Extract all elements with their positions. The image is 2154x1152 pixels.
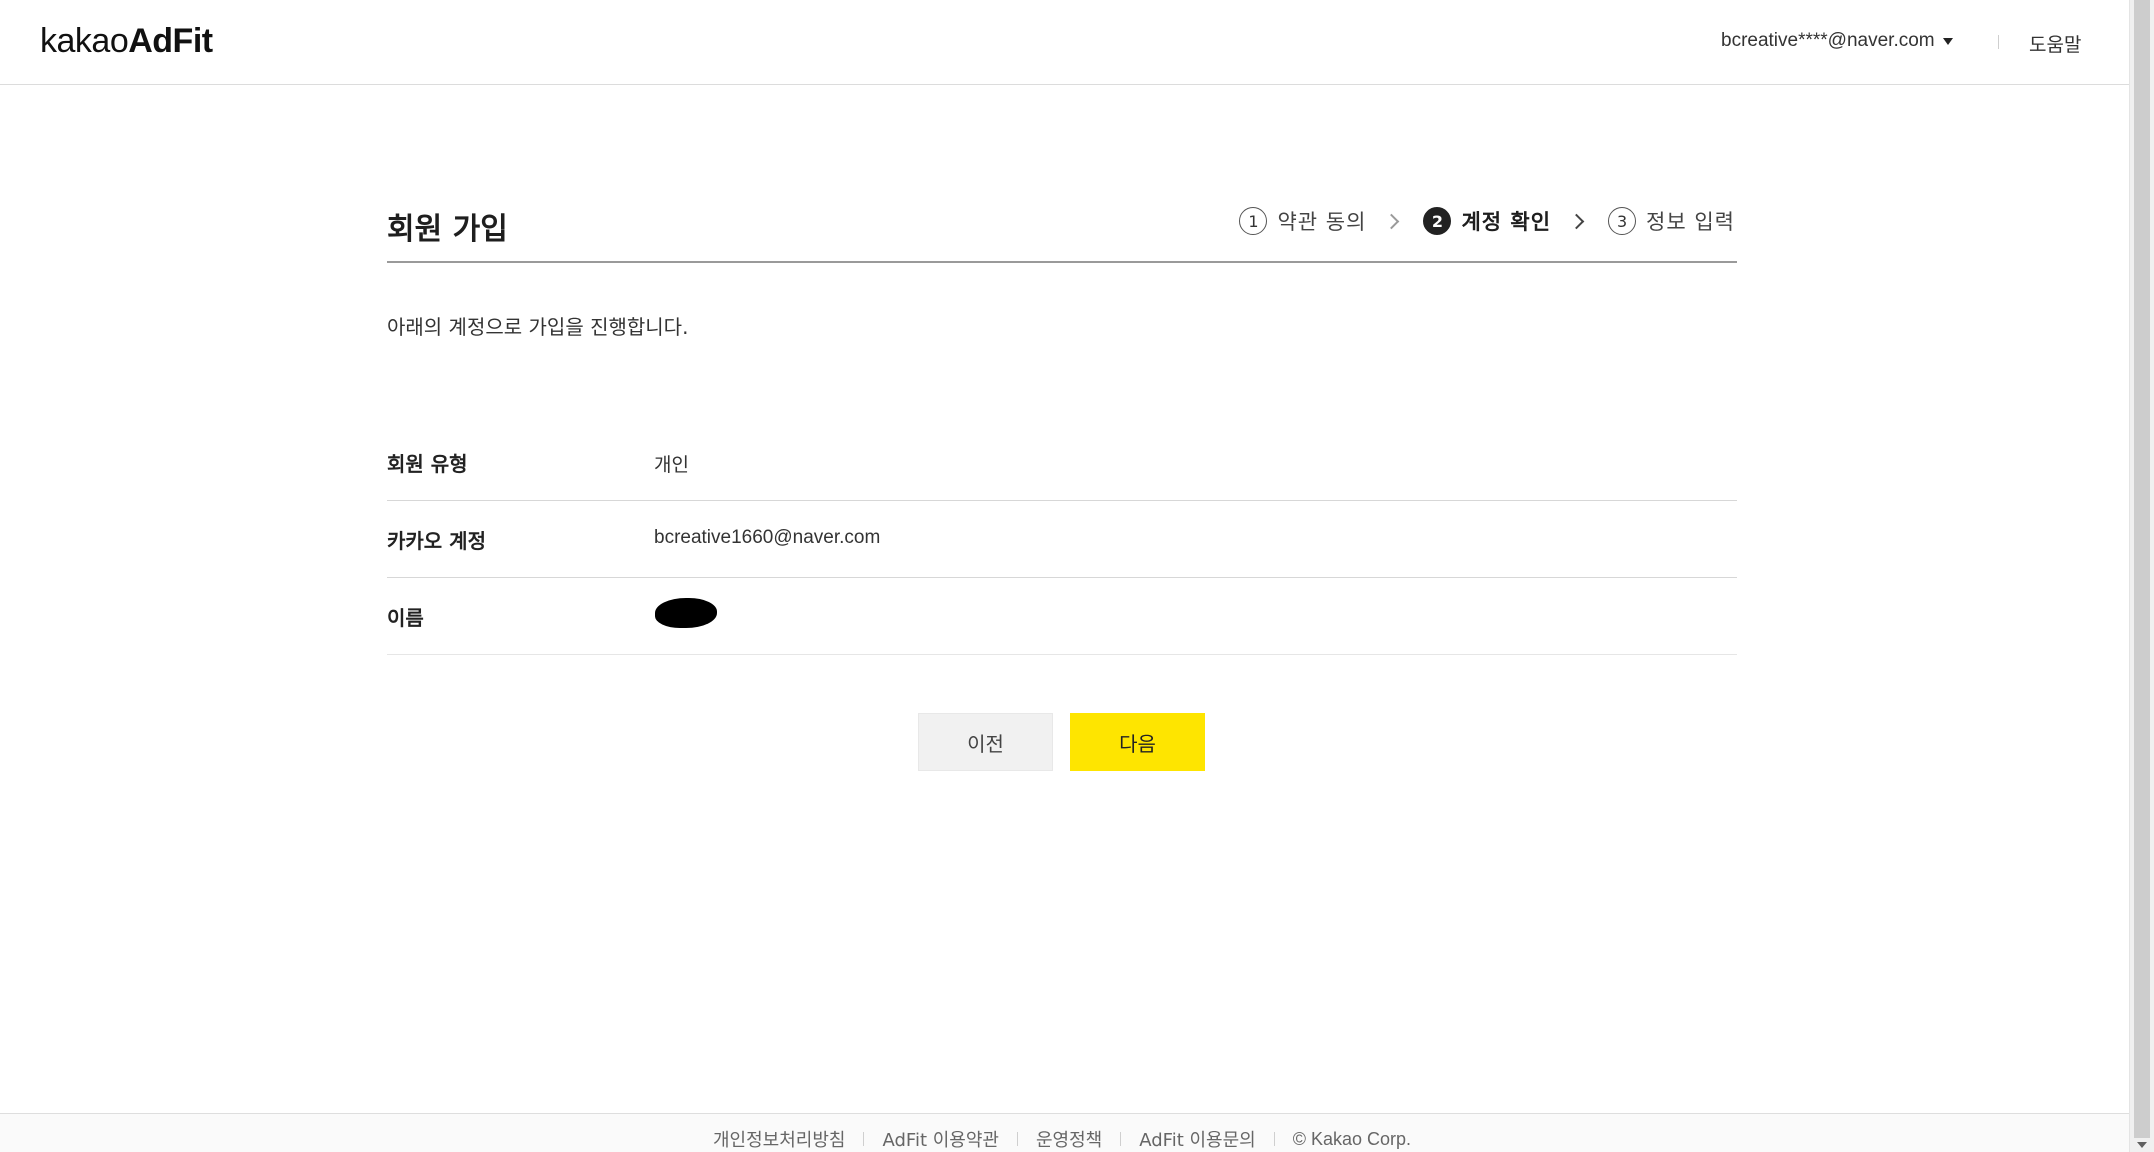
- header-divider: [1998, 35, 1999, 49]
- row-label: 이름: [387, 606, 424, 630]
- scrollbar-thumb[interactable]: [2134, 0, 2150, 1138]
- top-header: kakaoAdFit bcreative****@naver.com 도움말: [0, 0, 2129, 85]
- next-button[interactable]: 다음: [1070, 713, 1205, 771]
- intro-text: 아래의 계정으로 가입을 진행합니다.: [387, 315, 689, 339]
- vertical-scrollbar[interactable]: [2129, 0, 2154, 1152]
- step-label: 정보 입력: [1646, 210, 1735, 234]
- chevron-right-icon: [1384, 213, 1400, 229]
- footer-link-privacy[interactable]: 개인정보처리방침: [713, 1126, 845, 1152]
- step-number-icon: 1: [1239, 207, 1268, 235]
- chevron-right-icon: [1568, 213, 1585, 229]
- table-row-kakao-account: 카카오 계정 bcreative1660@naver.com: [387, 501, 1737, 578]
- footer-links: 개인정보처리방침 AdFit 이용약관 운영정책 AdFit 이용문의 © Ka…: [713, 1126, 1411, 1152]
- step-terms: 1 약관 동의: [1239, 206, 1366, 236]
- logo-kakao-text: kakao: [40, 22, 129, 60]
- table-row-name: 이름: [387, 578, 1737, 655]
- step-number-icon: 3: [1608, 207, 1637, 235]
- account-info-table: 회원 유형 개인 카카오 계정 bcreative1660@naver.com …: [387, 424, 1737, 655]
- title-row: 회원 가입 1 약관 동의 2 계정 확인 3 정보 입력: [387, 190, 1737, 263]
- step-account-confirm: 2 계정 확인: [1423, 206, 1551, 236]
- row-label: 회원 유형: [387, 452, 468, 476]
- footer-link-policy[interactable]: 운영정책: [1036, 1126, 1102, 1152]
- step-label: 계정 확인: [1461, 210, 1552, 234]
- step-number-icon: 2: [1423, 207, 1452, 235]
- page-title: 회원 가입: [387, 212, 508, 247]
- table-row-member-type: 회원 유형 개인: [387, 424, 1737, 501]
- footer-divider: [863, 1132, 865, 1146]
- prev-button[interactable]: 이전: [918, 713, 1053, 771]
- help-link[interactable]: 도움말: [2029, 30, 2081, 57]
- footer-divider: [1120, 1132, 1122, 1146]
- row-value: 개인: [654, 455, 689, 476]
- signup-content: 회원 가입 1 약관 동의 2 계정 확인 3 정보 입력 아래의 계정으로 가…: [387, 190, 1737, 655]
- kakao-adfit-logo[interactable]: kakaoAdFit: [40, 22, 213, 61]
- page-footer: 개인정보처리방침 AdFit 이용약관 운영정책 AdFit 이용문의 © Ka…: [0, 1113, 2129, 1152]
- copyright: © Kakao Corp.: [1292, 1128, 1412, 1149]
- footer-link-inquiry[interactable]: AdFit 이용문의: [1139, 1126, 1256, 1152]
- page: kakaoAdFit bcreative****@naver.com 도움말 회…: [0, 0, 2154, 1152]
- account-menu[interactable]: bcreative****@naver.com: [1721, 30, 1935, 52]
- row-label: 카카오 계정: [387, 529, 486, 553]
- footer-divider: [1273, 1132, 1275, 1146]
- row-value: bcreative1660@naver.com: [654, 527, 881, 548]
- footer-link-terms[interactable]: AdFit 이용약관: [882, 1126, 999, 1152]
- step-label: 약관 동의: [1277, 210, 1367, 234]
- signup-steps: 1 약관 동의 2 계정 확인 3 정보 입력: [1239, 206, 1735, 236]
- redacted-name: [655, 598, 717, 628]
- form-buttons: 이전 다음: [918, 713, 1205, 771]
- logo-adfit-text: AdFit: [128, 22, 213, 60]
- step-info-input: 3 정보 입력: [1608, 206, 1735, 236]
- scroll-down-icon[interactable]: [2137, 1142, 2147, 1148]
- caret-down-icon[interactable]: [1943, 38, 1953, 45]
- footer-divider: [1016, 1132, 1018, 1146]
